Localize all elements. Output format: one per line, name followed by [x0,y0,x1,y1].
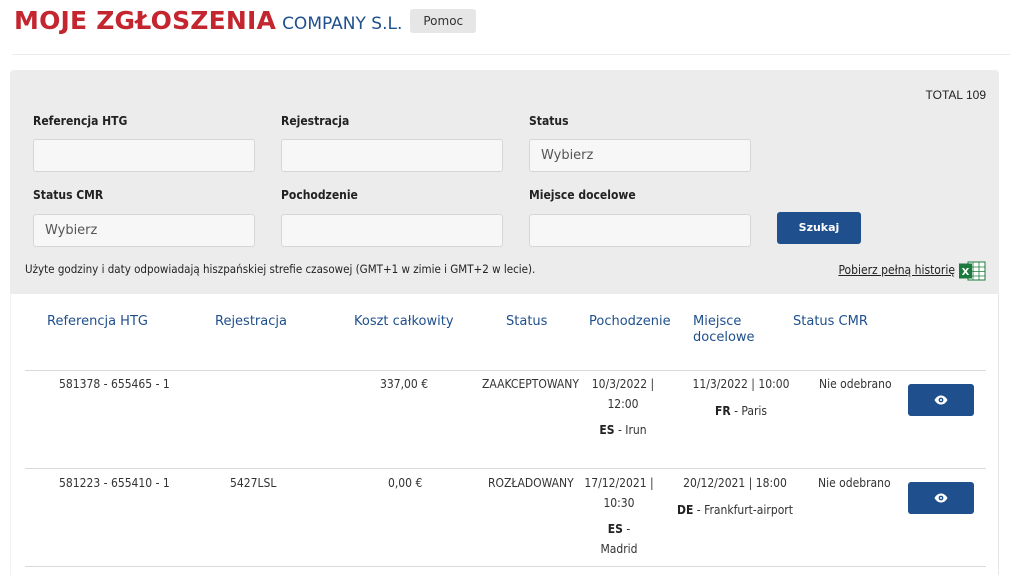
row-reference: 581223 - 655410 - 1 [59,476,170,490]
registration-input[interactable] [281,139,503,172]
destination-input[interactable] [529,214,751,247]
row-cost: 337,00 € [380,377,429,391]
row-divider [25,370,986,371]
ref-input[interactable] [33,139,255,172]
cmr-select[interactable]: Wybierz [33,214,255,247]
excel-icon[interactable]: X [959,261,986,281]
header-divider [12,54,1010,55]
origin-city-line2: Madrid [600,542,638,556]
status-select[interactable]: Wybierz [529,139,751,172]
filter-panel: TOTAL 109 Referencja HTG Rejestracja Sta… [10,70,999,294]
origin-time: 12:00 [607,397,639,411]
row-registration: 5427LSL [230,476,277,490]
destination-city: - Paris [730,404,768,418]
row-cmr-status: Nie odebrano [819,377,892,391]
row-cmr-status: Nie odebrano [818,476,891,490]
origin-country: ES [599,423,615,437]
row-status: ZAAKCEPTOWANY [482,377,579,391]
origin-date: 17/12/2021 | [584,476,654,490]
destination-location: FR - Paris [681,401,801,421]
origin-time: 10:30 [603,496,635,510]
row-status: ROZŁADOWANY [488,476,574,490]
eye-icon [934,395,948,405]
origin-city: - [622,522,631,536]
total-count: TOTAL 109 [925,88,986,102]
row-cost: 0,00 € [388,476,423,490]
timezone-note: Użyte godziny i daty odpowiadają hiszpań… [25,262,536,276]
column-header-origin[interactable]: Pochodzenie [589,314,671,330]
column-header-status[interactable]: Status [506,314,547,330]
column-header-reference[interactable]: Referencja HTG [47,314,148,330]
svg-text:X: X [962,267,970,278]
requests-table: Referencja HTG Rejestracja Koszt całkowi… [10,294,999,575]
column-header-cost[interactable]: Koszt całkowity [354,314,454,330]
origin-input[interactable] [281,214,503,247]
company-name: COMPANY S.L. [282,14,403,34]
destination-country: FR [714,404,731,418]
destination-datetime: 20/12/2021 | 18:00 [683,476,787,490]
status-label: Status [529,114,569,128]
view-details-button[interactable] [908,384,974,416]
page-title: MOJE ZGŁOSZENIA [14,6,277,35]
row-divider [25,468,986,469]
origin-country: ES [607,522,623,536]
view-details-button[interactable] [908,482,974,514]
registration-label: Rejestracja [281,114,350,128]
row-reference: 581378 - 655465 - 1 [59,377,170,391]
ref-label: Referencja HTG [33,114,128,128]
destination-location: DE - Frankfurt-airport [673,500,797,520]
page-header: MOJE ZGŁOSZENIA COMPANY S.L. Pomoc [14,6,477,42]
destination-country: DE [677,503,694,517]
cmr-label: Status CMR [33,188,104,202]
eye-icon [934,493,948,503]
column-header-registration[interactable]: Rejestracja [215,314,287,330]
search-button[interactable]: Szukaj [777,212,861,244]
origin-location: ES - [579,519,659,539]
destination-city: - Frankfurt-airport [693,503,793,517]
row-divider [25,566,986,567]
column-header-cmr-status[interactable]: Status CMR [793,314,868,330]
row-destination: 11/3/2022 | 10:00 FR - Paris [681,374,801,421]
origin-date: 10/3/2022 | [591,377,655,391]
destination-datetime: 11/3/2022 | 10:00 [692,377,790,391]
origin-city: - Irun [614,423,647,437]
row-destination: 20/12/2021 | 18:00 DE - Frankfurt-airpor… [673,473,797,520]
column-header-destination[interactable]: Miejsce docelowe [693,314,755,346]
origin-label: Pochodzenie [281,188,358,202]
download-history-link[interactable]: Pobierz pełną historię [838,263,955,277]
row-origin: 17/12/2021 | 10:30 ES - Madrid [579,473,659,559]
origin-location: ES - Irun [583,420,663,440]
help-button[interactable]: Pomoc [410,9,477,33]
destination-label: Miejsce docelowe [529,188,636,202]
row-origin: 10/3/2022 | 12:00 ES - Irun [583,374,663,440]
